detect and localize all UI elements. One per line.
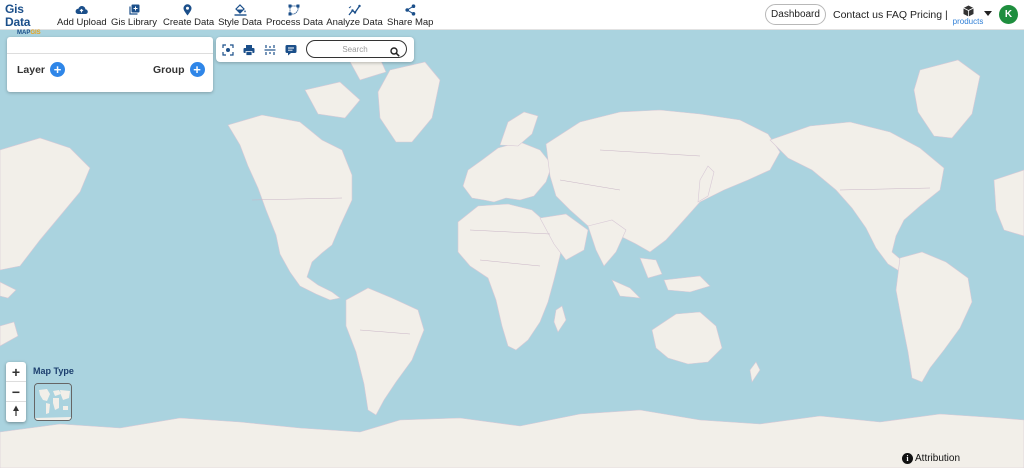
compass-arrow-icon	[12, 402, 20, 422]
paint-bucket-icon	[216, 3, 264, 16]
products-menu[interactable]: products	[950, 4, 986, 28]
add-layer-control[interactable]: Layer +	[17, 62, 66, 77]
fit-extent-icon[interactable]	[222, 43, 234, 56]
nav-label: Add Upload	[57, 17, 107, 28]
print-icon[interactable]	[243, 43, 255, 56]
nav-gis-library[interactable]: Gis Library	[110, 3, 158, 29]
map-type-label: Map Type	[33, 366, 74, 376]
process-icon	[266, 3, 322, 16]
nav-share-map[interactable]: Share Map	[387, 3, 433, 29]
layer-label: Layer	[17, 63, 46, 76]
nav-add-upload[interactable]: Add Upload	[57, 3, 107, 29]
zoom-out-button[interactable]: −	[6, 382, 26, 402]
nav-label: Share Map	[387, 17, 434, 28]
map-pin-icon	[163, 3, 211, 16]
attribution-label: Attribution	[915, 452, 961, 464]
zoom-control: + −	[6, 362, 26, 422]
nav-label: Analyze Data	[326, 17, 383, 28]
map-canvas	[0, 30, 1024, 468]
share-icon	[387, 3, 433, 16]
add-group-control[interactable]: Group +	[153, 62, 205, 77]
dashboard-button[interactable]: Dashboard	[765, 4, 826, 25]
user-avatar[interactable]: K	[999, 5, 1018, 24]
cube-icon	[950, 4, 986, 17]
products-label: products	[952, 17, 984, 26]
brand-logo[interactable]: Gis Data MAPGIS	[5, 2, 51, 37]
add-layer-button[interactable]: +	[50, 62, 66, 77]
map-preview-icon	[35, 384, 71, 420]
nav-analyze-data[interactable]: Analyze Data	[326, 3, 383, 29]
measure-icon[interactable]	[264, 43, 276, 55]
nav-label: Style Data	[218, 17, 262, 28]
analyze-icon	[326, 3, 383, 16]
reset-north-button[interactable]	[6, 402, 26, 422]
nav-label: Gis Library	[111, 17, 157, 28]
search-input[interactable]	[325, 42, 385, 56]
search-field[interactable]	[306, 40, 407, 58]
layer-panel: Layer + Group +	[7, 37, 213, 92]
map-type-thumbnail[interactable]	[34, 383, 72, 421]
nav-create-data[interactable]: Create Data	[163, 3, 215, 29]
world-map[interactable]	[0, 30, 1024, 468]
brand-subtitle: MAPGIS	[17, 30, 41, 36]
layer-panel-header	[7, 37, 213, 54]
faq-link[interactable]: FAQ	[886, 9, 907, 21]
map-toolbar	[216, 37, 414, 62]
nav-label: Process Data	[266, 17, 324, 28]
zoom-in-button[interactable]: +	[6, 362, 26, 382]
pricing-link[interactable]: Pricing |	[910, 9, 948, 21]
library-icon	[110, 3, 158, 16]
info-icon: i	[902, 452, 913, 464]
group-label: Group	[153, 63, 185, 76]
top-navbar: Gis Data MAPGIS Add Upload Gis Library C…	[0, 0, 1024, 37]
contact-us-link[interactable]: Contact us	[833, 9, 883, 21]
chevron-down-icon[interactable]	[984, 11, 992, 16]
nav-process-data[interactable]: Process Data	[266, 3, 324, 29]
nav-style-data[interactable]: Style Data	[216, 3, 264, 29]
attribution-control[interactable]: i Attribution	[902, 451, 960, 465]
nav-label: Create Data	[163, 17, 215, 28]
search-icon[interactable]	[390, 44, 400, 62]
add-group-button[interactable]: +	[189, 62, 205, 77]
brand-title: Gis Data	[5, 2, 31, 29]
cloud-upload-icon	[57, 3, 105, 16]
comment-icon[interactable]	[285, 43, 297, 56]
